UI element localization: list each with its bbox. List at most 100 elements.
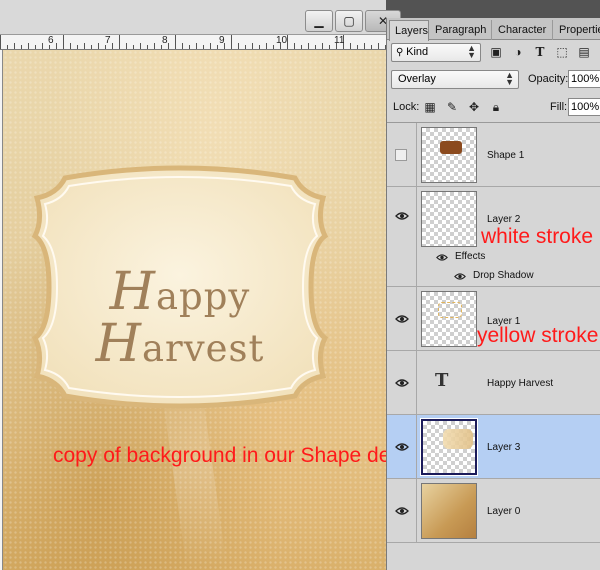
layer-row[interactable]: Layer 2 white stroke Effects Drop Shadow [387,187,600,287]
ruler-tick [91,45,92,49]
ruler-tick [238,43,239,49]
ruler-tick [35,45,36,49]
filter-pixel-icon[interactable]: ▣ [489,45,503,59]
lock-row: Lock: ▦ ✎ ✥ 🔒︎ Fill: 100% [387,96,600,120]
layer-name[interactable]: Layer 2 [487,214,520,225]
stroke-preview [438,302,462,318]
visibility-column [387,187,417,286]
ruler-tick [133,45,134,49]
filter-kind-select[interactable]: ⚲ Kind ▲ ▼ [391,43,481,62]
eye-icon[interactable] [395,506,409,516]
shape-swatch [440,141,462,154]
effects-label[interactable]: Effects [455,251,485,262]
ruler-tick [21,45,22,49]
drop-shadow-label[interactable]: Drop Shadow [473,270,534,281]
eye-icon[interactable] [395,314,409,324]
drop-shadow-eye-icon[interactable] [454,272,466,281]
layer-row[interactable]: Shape 1 [387,123,600,187]
annotation-white-stroke: white stroke [481,225,594,248]
eye-icon[interactable] [395,211,409,221]
document-canvas[interactable]: Happy Harvest copy of background in our … [3,50,386,570]
horizontal-ruler[interactable]: 6 7 8 9 10 11 [0,34,386,50]
document-title-bar: ▁ ▢ ✕ [0,0,401,34]
ruler-tick [126,43,127,49]
ruler-label: 10 [276,35,288,46]
ruler-tick [350,43,351,49]
ruler-tick [147,45,148,49]
ruler-tick [231,35,232,49]
happy-text: Happy [109,262,251,322]
lock-all-icon[interactable]: 🔒︎ [489,100,503,114]
lock-transparent-icon[interactable]: ▦ [423,100,437,114]
eye-icon[interactable] [395,442,409,452]
ruler-tick [63,35,64,49]
eye-icon[interactable] [395,378,409,388]
layer-thumbnail [421,291,477,347]
layer-row[interactable]: Layer 0 [387,479,600,543]
layer-row[interactable]: Layer 1 yellow stroke [387,287,600,351]
layer-name[interactable]: Happy Harvest [487,378,553,389]
label-frame: Happy Harvest [25,164,335,410]
layer-name[interactable]: Layer 3 [487,442,520,453]
ruler-tick [273,45,274,49]
filter-shape-icon[interactable]: ⬚ [555,45,569,59]
ruler-tick [0,35,1,49]
ruler-tick [28,43,29,49]
minimize-button[interactable]: ▁ [305,10,333,32]
maximize-icon: ▢ [343,14,355,28]
ruler-tick [182,43,183,49]
tab-layers[interactable]: Layers [389,20,429,41]
ruler-tick [378,43,379,49]
lock-label: Lock: [393,101,420,113]
filter-adjustment-icon[interactable]: ◑ [511,45,525,59]
ruler-tick [196,43,197,49]
ruler-tick [252,43,253,49]
visibility-toggle[interactable] [395,149,407,161]
filter-type-icon[interactable]: T [533,45,547,59]
ruler-tick [287,35,288,49]
ruler-label: 8 [162,35,168,46]
ruler-tick [175,35,176,49]
layer-name[interactable]: Shape 1 [487,150,524,161]
ruler-tick [140,43,141,49]
ruler-tick [301,45,302,49]
ruler-tick [294,43,295,49]
search-icon: ⚲ [396,47,407,58]
ruler-label: 7 [105,35,111,46]
ruler-tick [217,45,218,49]
ruler-tick [364,43,365,49]
layer-thumbnail [421,483,477,539]
lock-brush-icon[interactable]: ✎ [445,100,459,114]
annotation-yellow-stroke: yellow stroke [477,324,599,347]
layer-thumbnail [421,127,477,183]
visibility-column [387,479,417,542]
opacity-label: Opacity: [528,73,569,85]
lock-position-icon[interactable]: ✥ [467,100,481,114]
ruler-tick [210,43,211,49]
tab-paragraph[interactable]: Paragraph [430,20,492,40]
ruler-tick [266,43,267,49]
layers-panel: Layers Paragraph Character Properties ⚲ … [386,18,600,570]
filter-smart-object-icon[interactable]: ▤ [577,45,591,59]
ruler-tick [84,43,85,49]
blend-row: Overlay ▲ ▼ Opacity: 100% [387,68,600,92]
ruler-tick [14,43,15,49]
fill-input[interactable]: 100% [568,98,600,116]
ruler-tick [357,45,358,49]
maximize-button[interactable]: ▢ [335,10,363,32]
annotation-copy-background: copy of background in our Shape design [53,444,386,467]
tab-character[interactable]: Character [493,20,553,40]
blend-mode-select[interactable]: Overlay ▲ ▼ [391,70,519,89]
tab-properties[interactable]: Properties [554,20,600,40]
panel-tabs: Layers Paragraph Character Properties [387,18,600,41]
effects-eye-icon[interactable] [436,253,448,262]
ruler-label: 9 [219,35,225,46]
visibility-column [387,351,417,414]
ruler-tick [42,43,43,49]
layer-row-selected[interactable]: Layer 3 [387,415,600,479]
ruler-tick [70,43,71,49]
layer-name[interactable]: Layer 0 [487,506,520,517]
ruler-label: 6 [48,35,54,46]
opacity-input[interactable]: 100% [568,70,600,88]
layer-row[interactable]: T Happy Harvest [387,351,600,415]
